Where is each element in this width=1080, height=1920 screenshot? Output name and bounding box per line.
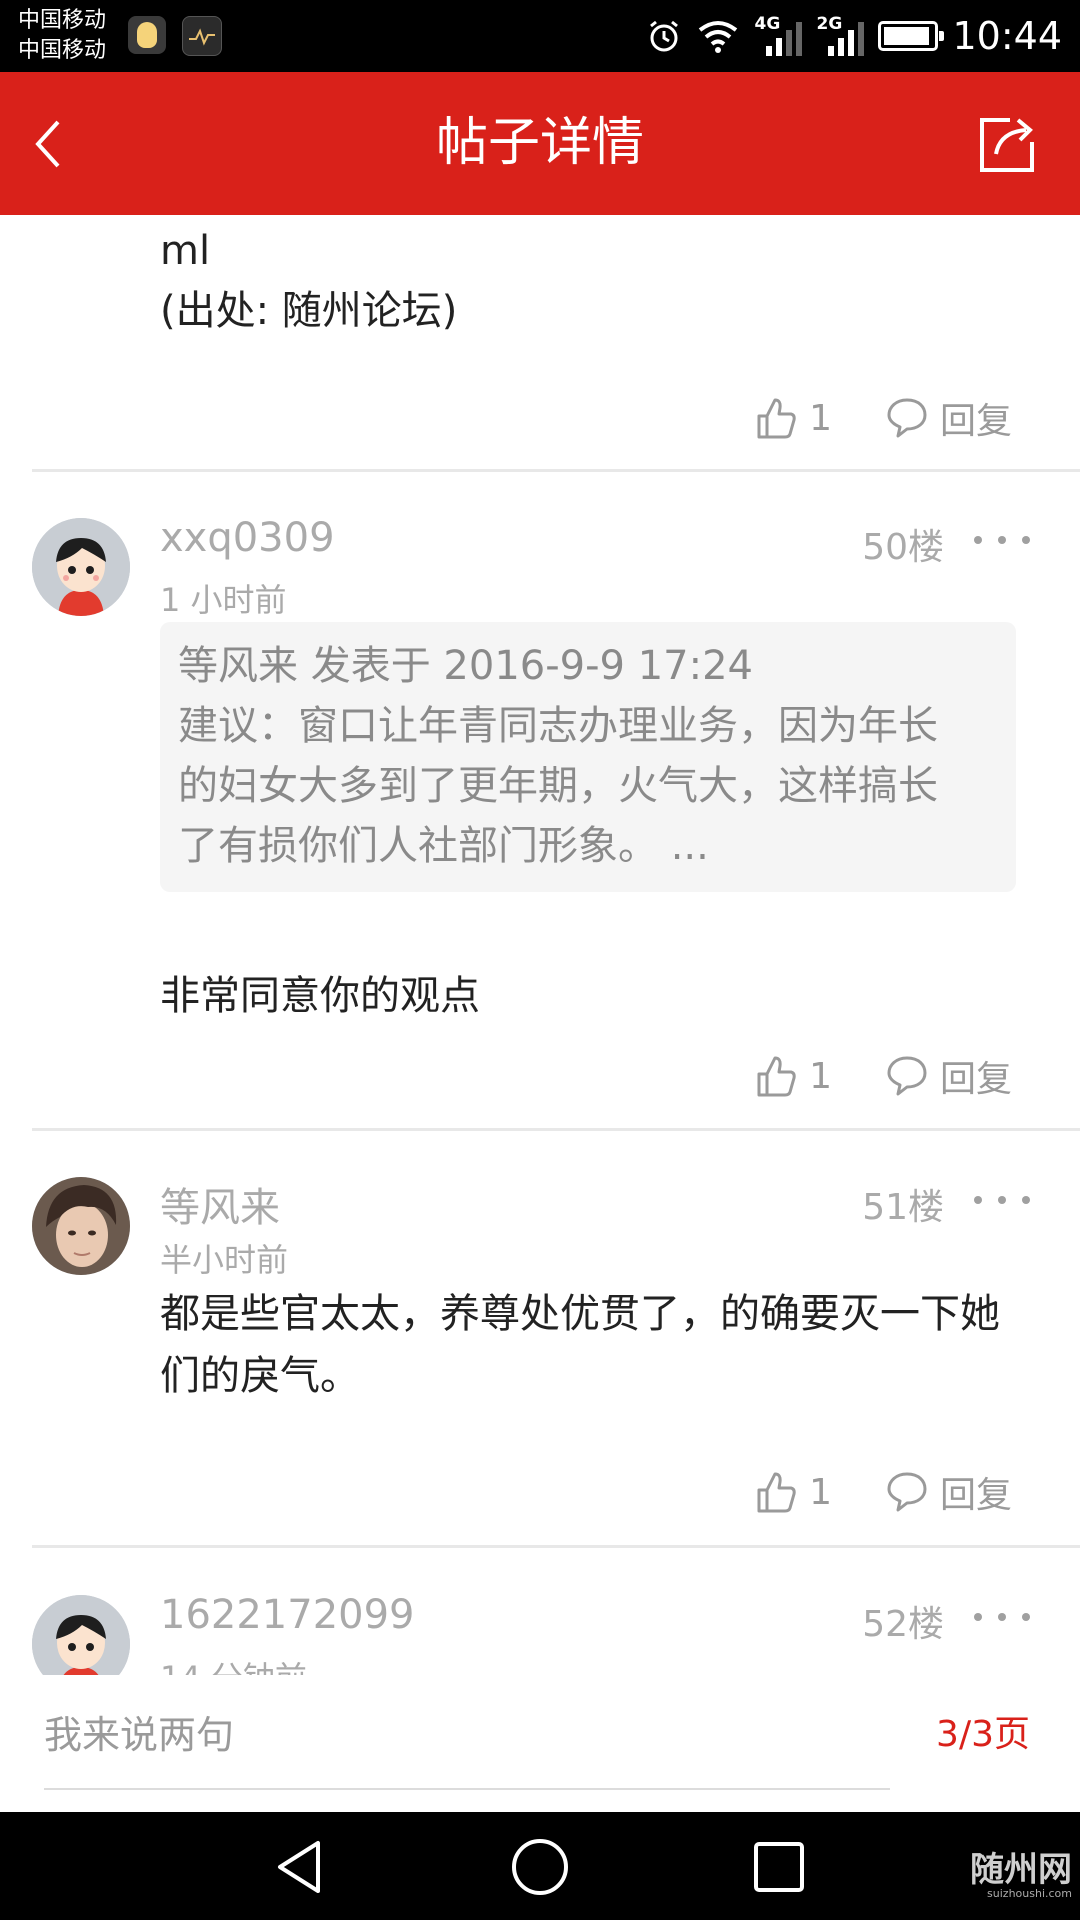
post-time: 14 分钟前 bbox=[160, 1653, 307, 1675]
dot-icon bbox=[998, 1196, 1006, 1204]
username[interactable]: xxq0309 bbox=[160, 515, 335, 561]
thumbs-up-icon bbox=[757, 398, 796, 439]
quote-line: 的妇女大多到了更年期，火气大，这样搞长 bbox=[178, 763, 938, 809]
avatar[interactable] bbox=[32, 1595, 130, 1675]
like-count: 1 bbox=[809, 397, 832, 439]
nav-recent-apps-icon[interactable] bbox=[752, 1840, 806, 1894]
carrier-labels: 中国移动 中国移动 bbox=[18, 6, 106, 66]
like-count: 1 bbox=[809, 1055, 832, 1097]
dot-icon bbox=[1022, 536, 1030, 544]
reply-button[interactable]: 回复 bbox=[886, 1466, 1012, 1518]
status-bar: 中国移动 中国移动 4G 2G 10:44 bbox=[0, 0, 1080, 72]
previous-post-text: ml (出处: 随州论坛) bbox=[160, 221, 457, 341]
signal-4g-icon: 4G bbox=[754, 14, 803, 58]
qq-notification-icon bbox=[128, 16, 166, 54]
divider bbox=[32, 469, 1080, 472]
dot-icon bbox=[974, 536, 982, 544]
quote-line: 了有损你们人社部门形象。 ... bbox=[178, 823, 709, 869]
like-button[interactable]: 1 bbox=[755, 396, 832, 440]
comment-icon bbox=[887, 1472, 927, 1512]
divider bbox=[32, 1545, 1080, 1548]
more-options-button[interactable] bbox=[974, 1607, 1030, 1627]
quoted-post: 等风来 发表于 2016-9-9 17:24 建议：窗口让年青同志办理业务，因为… bbox=[160, 622, 1016, 892]
reply-actions: 1 回复 bbox=[755, 1046, 1012, 1106]
default-avatar-icon bbox=[32, 1595, 130, 1675]
previous-post-source: (出处: 随州论坛) bbox=[160, 288, 458, 334]
battery-icon bbox=[878, 21, 945, 51]
post-content-scroll[interactable]: ml (出处: 随州论坛) 1 回复 xxq0309 50楼 1 小时前 等风来… bbox=[0, 215, 1080, 1675]
dot-icon bbox=[998, 536, 1006, 544]
alarm-icon bbox=[650, 20, 679, 52]
thumbs-up-icon bbox=[757, 1056, 796, 1097]
floor-number: 51楼 bbox=[862, 1187, 944, 1228]
carrier-1: 中国移动 bbox=[18, 8, 107, 33]
reply-content-line: 都是些官太太，养尊处优贯了，的确要灭一下她 bbox=[160, 1291, 1000, 1337]
input-underline bbox=[44, 1788, 890, 1790]
page-indicator[interactable]: 3/3页 bbox=[936, 1705, 1030, 1765]
wifi-icon bbox=[699, 21, 738, 53]
share-icon bbox=[980, 118, 1034, 172]
previous-post-actions: 1 回复 bbox=[755, 388, 1012, 448]
like-button[interactable]: 1 bbox=[755, 1054, 832, 1098]
like-count: 1 bbox=[809, 1471, 832, 1513]
reply-content-line: 们的戾气。 bbox=[160, 1353, 360, 1399]
health-notification-icon bbox=[182, 16, 222, 56]
previous-post-line-1: ml bbox=[160, 228, 211, 274]
dot-icon bbox=[1022, 1196, 1030, 1204]
post-time: 半小时前 bbox=[160, 1241, 289, 1279]
floor-number: 50楼 bbox=[862, 527, 944, 568]
quote-line: 建议：窗口让年青同志办理业务，因为年长 bbox=[178, 703, 938, 749]
reply-label: 回复 bbox=[939, 1059, 1012, 1100]
comment-input[interactable]: 我来说两句 bbox=[44, 1705, 890, 1765]
watermark-name: 随州网 bbox=[970, 1850, 1072, 1890]
system-nav-bar: 随州网 suizhoushi.com bbox=[0, 1812, 1080, 1920]
user-photo-avatar bbox=[32, 1177, 130, 1275]
username[interactable]: 1622172099 bbox=[160, 1592, 415, 1638]
reply-content: 非常同意你的观点 bbox=[160, 973, 480, 1019]
avatar[interactable] bbox=[32, 1177, 130, 1275]
signal-2g-icon: 2G bbox=[816, 14, 865, 58]
thumbs-up-icon bbox=[757, 1472, 796, 1513]
default-avatar-icon bbox=[32, 518, 130, 616]
comment-icon bbox=[887, 1056, 927, 1096]
more-options-button[interactable] bbox=[974, 530, 1030, 550]
post-time: 1 小时前 bbox=[160, 581, 287, 619]
carrier-2: 中国移动 bbox=[18, 38, 107, 63]
divider bbox=[32, 1128, 1080, 1131]
reply-button[interactable]: 回复 bbox=[886, 392, 1012, 444]
comment-input-bar: 我来说两句 3/3页 bbox=[0, 1675, 1080, 1812]
username[interactable]: 等风来 bbox=[160, 1175, 280, 1233]
dot-icon bbox=[998, 1613, 1006, 1621]
nav-home-icon[interactable] bbox=[510, 1837, 570, 1897]
dot-icon bbox=[974, 1196, 982, 1204]
quote-header: 等风来 发表于 2016-9-9 17:24 bbox=[178, 643, 753, 689]
floor-number: 52楼 bbox=[862, 1604, 944, 1645]
dot-icon bbox=[974, 1613, 982, 1621]
reply-actions: 1 回复 bbox=[755, 1462, 1012, 1522]
clock: 10:44 bbox=[952, 14, 1062, 58]
share-button[interactable] bbox=[976, 114, 1038, 176]
like-button[interactable]: 1 bbox=[755, 1470, 832, 1514]
avatar[interactable] bbox=[32, 518, 130, 616]
reply-content: 都是些官太太，养尊处优贯了，的确要灭一下她 们的戾气。 bbox=[160, 1283, 1050, 1407]
comment-icon bbox=[887, 398, 927, 438]
reply-label: 回复 bbox=[939, 1475, 1012, 1516]
site-watermark: 随州网 suizhoushi.com bbox=[970, 1842, 1072, 1900]
reply-button[interactable]: 回复 bbox=[886, 1050, 1012, 1102]
more-options-button[interactable] bbox=[974, 1190, 1030, 1210]
page-title: 帖子详情 bbox=[435, 113, 644, 173]
reply-label: 回复 bbox=[939, 401, 1012, 442]
dot-icon bbox=[1022, 1613, 1030, 1621]
nav-back-icon[interactable] bbox=[270, 1837, 330, 1897]
app-header: 帖子详情 bbox=[0, 72, 1080, 215]
